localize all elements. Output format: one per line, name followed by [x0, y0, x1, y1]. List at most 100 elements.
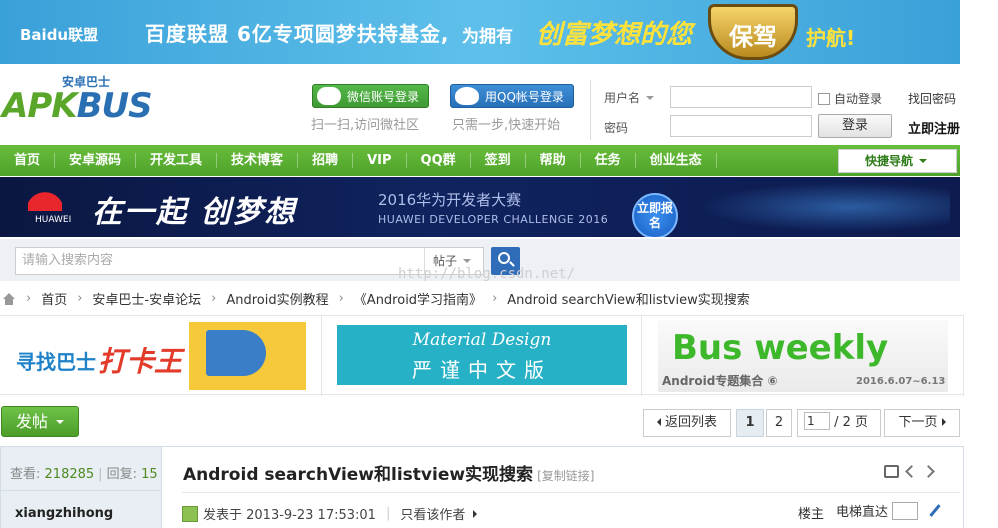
nav-item-tasks[interactable]: 任务 [581, 153, 636, 168]
home-icon[interactable] [2, 292, 16, 305]
wechat-login-button[interactable]: 微信账号登录 [312, 84, 429, 108]
back-to-list-label: 返回列表 [664, 415, 717, 430]
password-label: 密码 [604, 121, 629, 135]
ad-material-design[interactable]: Material Design 严谨中文版 [322, 316, 642, 396]
checkbox-box[interactable] [818, 92, 830, 105]
previous-thread-icon[interactable] [905, 465, 918, 478]
copy-link[interactable]: [复制链接] [537, 469, 594, 483]
nav-item-tools[interactable]: 开发工具 [136, 153, 218, 168]
breadcrumb-current[interactable]: Android searchView和listview实现搜索 [507, 289, 749, 308]
register-link[interactable]: 立即注册 [908, 118, 960, 137]
banner-decoration [700, 182, 950, 232]
next-page-button[interactable]: 下一页 [884, 409, 960, 437]
shield-text: 保驾 [729, 23, 777, 51]
post-time: 发表于 2013-9-23 17:53:01 [203, 508, 376, 523]
qq-login-label: 用QQ帐号登录 [485, 90, 564, 104]
chevron-down-icon [56, 420, 65, 428]
chevron-right-icon [473, 509, 478, 518]
page-total: / 2 页 [834, 415, 869, 430]
page-2-button[interactable]: 2 [766, 409, 792, 437]
qq-login-button[interactable]: 用QQ帐号登录 [450, 84, 574, 108]
ad-checkin-king[interactable]: 寻找巴士 打卡王 [0, 316, 322, 396]
username-label: 用户名 [604, 91, 641, 105]
chevron-down-icon [646, 96, 655, 104]
print-icon[interactable] [884, 465, 899, 478]
views-label: 查看: [10, 467, 41, 482]
banner-slogan-3: 创富梦想的您 [536, 20, 693, 50]
huawei-signup-button[interactable]: 立即报名 [632, 193, 678, 237]
nav-item-startup[interactable]: 创业生态 [636, 153, 717, 168]
thread-tools [884, 465, 935, 478]
banner-slogan-2: 为拥有 [462, 27, 513, 47]
password-input[interactable] [670, 115, 812, 137]
floor-jump-input[interactable] [892, 501, 919, 520]
page-1-button[interactable]: 1 [736, 409, 764, 437]
shield-icon: 保驾 [708, 4, 798, 60]
views-count: 218285 [44, 467, 95, 482]
quick-nav-button[interactable]: 快捷导航 [838, 149, 957, 173]
banner-slogan-4: 护航! [806, 26, 856, 50]
sidebar-divider [1, 490, 162, 491]
baidu-union-logo: Baidu联盟 [20, 26, 99, 44]
next-thread-icon[interactable] [922, 465, 935, 478]
username-type-select[interactable]: 用户名 [604, 89, 655, 106]
replies-count: 15 [141, 467, 158, 482]
watermark: http://blog.csdn.net/ [398, 266, 576, 282]
auto-login-label: 自动登录 [834, 92, 883, 106]
find-password-link[interactable]: 找回密码 [908, 90, 956, 107]
breadcrumb-forum[interactable]: 安卓巴士-安卓论坛 [92, 289, 201, 308]
page-jump-input[interactable]: 1 [804, 412, 830, 430]
nav-item-source[interactable]: 安卓源码 [55, 153, 137, 168]
floor-label: 楼主 [798, 507, 825, 522]
nav-item-home[interactable]: 首页 [0, 153, 56, 168]
top-ad-banner[interactable]: Baidu联盟 百度联盟 6亿专项圆梦扶持基金, 为拥有 创富梦想的您 保驾 护… [0, 0, 960, 64]
breadcrumb-separator: › [492, 291, 498, 306]
nav-item-vip[interactable]: VIP [353, 153, 407, 168]
nav-item-help[interactable]: 帮助 [526, 153, 581, 168]
page-jump: 1 / 2 页 [797, 409, 881, 437]
ad-bus-weekly[interactable]: Bus weekly Android专题集合 ⑥ 2016.6.07~6.13 [642, 316, 964, 396]
meta-separator: | [385, 506, 391, 521]
new-post-label: 发帖 [16, 412, 49, 431]
qq-hint: 只需一步,快速开始 [452, 118, 561, 133]
author-name[interactable]: xiangzhihong [15, 506, 113, 521]
megaphone-icon [206, 330, 266, 376]
breadcrumb-home[interactable]: 首页 [41, 289, 67, 308]
post-meta: 发表于 2013-9-23 17:53:01 | 只看该作者 [182, 504, 478, 523]
logo-bus: BUS [76, 86, 153, 126]
stats-separator: | [98, 467, 103, 482]
nav-item-jobs[interactable]: 招聘 [298, 153, 354, 168]
login-button[interactable]: 登录 [818, 114, 892, 138]
next-page-label: 下一页 [898, 415, 938, 430]
huawei-title: 2016华为开发者大赛 [378, 191, 522, 209]
floor-jump: 电梯直达 [836, 501, 942, 520]
huawei-subtitle: HUAWEI DEVELOPER CHALLENGE 2016 [378, 213, 609, 226]
only-author-link[interactable]: 只看该作者 [400, 504, 465, 523]
ad3-date: 2016.6.07~6.13 [856, 376, 946, 387]
ad-row: 寻找巴士 打卡王 Material Design 严谨中文版 Bus weekl… [0, 315, 964, 396]
nav-item-qq-group[interactable]: QQ群 [407, 153, 471, 168]
back-to-list-button[interactable]: 返回列表 [643, 409, 731, 437]
breadcrumb-separator: › [26, 291, 32, 306]
breadcrumb-guide[interactable]: 《Android学习指南》 [354, 289, 482, 308]
banner-slogan-1: 百度联盟 6亿专项圆梦扶持基金, [145, 22, 450, 46]
nav-item-blog[interactable]: 技术博客 [217, 153, 299, 168]
wechat-hint: 扫一扫,访问微社区 [311, 118, 420, 133]
huawei-ad-banner[interactable]: HUAWEI 在一起 创梦想 2016华为开发者大赛 HUAWEI DEVELO… [0, 177, 960, 237]
breadcrumb-separator: › [338, 291, 344, 306]
logo-apk: APK [2, 86, 78, 126]
nav-item-checkin[interactable]: 签到 [471, 153, 526, 168]
chevron-down-icon [919, 159, 928, 167]
breadcrumb-separator: › [211, 291, 217, 306]
new-post-button[interactable]: 发帖 [1, 406, 79, 437]
go-arrow-icon[interactable] [929, 504, 941, 517]
search-input[interactable]: 请输入搜索内容 [15, 247, 425, 275]
breadcrumb-board[interactable]: Android实例教程 [226, 289, 328, 308]
huawei-brand: HUAWEI [35, 215, 72, 225]
username-input[interactable] [670, 86, 812, 108]
ad3-title: Bus weekly [672, 328, 889, 368]
thread-stats: 查看: 218285 | 回复: 15 [10, 463, 158, 482]
auto-login-checkbox[interactable]: 自动登录 [818, 90, 882, 107]
floor-jump-label: 电梯直达 [836, 505, 889, 520]
wechat-login-label: 微信账号登录 [347, 90, 420, 104]
